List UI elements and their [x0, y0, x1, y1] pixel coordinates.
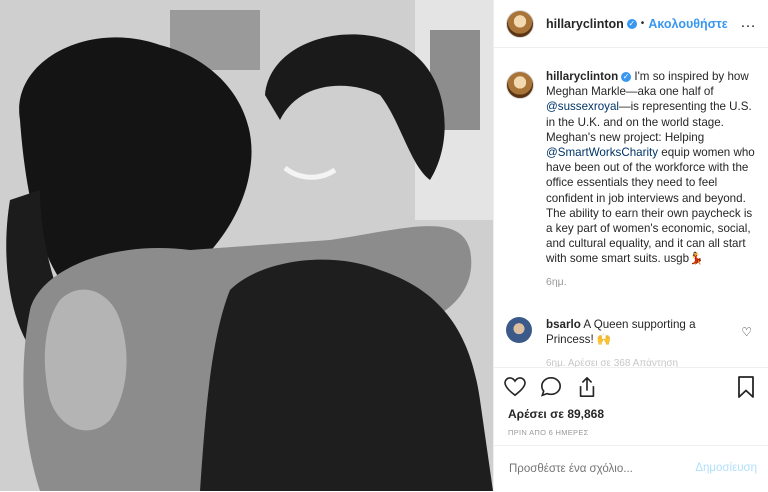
caption: hillaryclinton ✓ I'm so inspired by how M…: [506, 69, 758, 288]
caption-username[interactable]: hillaryclinton: [546, 70, 618, 83]
comment-input[interactable]: [507, 462, 681, 476]
add-comment-bar: Δημοσίευση: [494, 445, 768, 492]
follow-button[interactable]: Ακολουθήστε: [648, 17, 727, 31]
mention-sussexroyal[interactable]: @sussexroyal: [546, 100, 619, 113]
author-username[interactable]: hillaryclinton: [546, 17, 624, 31]
comment-text: bsarlo A Queen supporting a Princess! 🙌: [546, 317, 716, 347]
caption-avatar[interactable]: [506, 71, 534, 99]
separator-dot: •: [640, 18, 645, 29]
comment-item: bsarlo A Queen supporting a Princess! 🙌 …: [506, 317, 758, 347]
comments-list[interactable]: hillaryclinton ✓ I'm so inspired by how M…: [494, 49, 768, 367]
comment-like-heart-icon[interactable]: ♡: [741, 325, 752, 339]
more-options-icon[interactable]: …: [740, 14, 757, 32]
post-comment-button[interactable]: Δημοσίευση: [695, 462, 757, 474]
commenter-username[interactable]: bsarlo: [546, 318, 581, 331]
author-avatar[interactable]: [506, 9, 534, 38]
verified-badge-icon: ✓: [626, 18, 637, 29]
post-date[interactable]: ΠΡΙΝ ΑΠΟ 6 ΗΜΕΡΕΣ: [508, 428, 589, 437]
post-actions: Αρέσει σε 89,868 ΠΡΙΝ ΑΠΟ 6 ΗΜΕΡΕΣ Δημοσ…: [494, 367, 768, 492]
caption-text-part-3: equip women who have been out of the wor…: [546, 146, 755, 266]
post-header: hillaryclinton ✓ • Ακολουθήστε …: [494, 0, 768, 48]
photo-artwork: [0, 0, 493, 491]
verified-badge-icon: ✓: [621, 71, 632, 82]
mention-smartworkscharity[interactable]: @SmartWorksCharity: [546, 146, 658, 159]
comment-bubble-icon[interactable]: [538, 374, 564, 400]
like-heart-icon[interactable]: [502, 374, 528, 400]
caption-text: hillaryclinton ✓ I'm so inspired by how M…: [546, 69, 758, 267]
post-photo[interactable]: [0, 0, 493, 491]
action-icons: [502, 374, 600, 400]
commenter-avatar[interactable]: [506, 317, 532, 343]
caption-time[interactable]: 6ημ.: [546, 276, 758, 288]
comment-meta-faded: 6ημ. Αρέσει σε 368 Απάντηση: [546, 358, 679, 367]
share-icon[interactable]: [574, 374, 600, 400]
instagram-post: hillaryclinton ✓ • Ακολουθήστε … hillary…: [0, 0, 768, 491]
likes-count[interactable]: Αρέσει σε 89,868: [508, 407, 604, 421]
post-side-panel: hillaryclinton ✓ • Ακολουθήστε … hillary…: [493, 0, 768, 491]
bookmark-icon[interactable]: [733, 374, 759, 400]
